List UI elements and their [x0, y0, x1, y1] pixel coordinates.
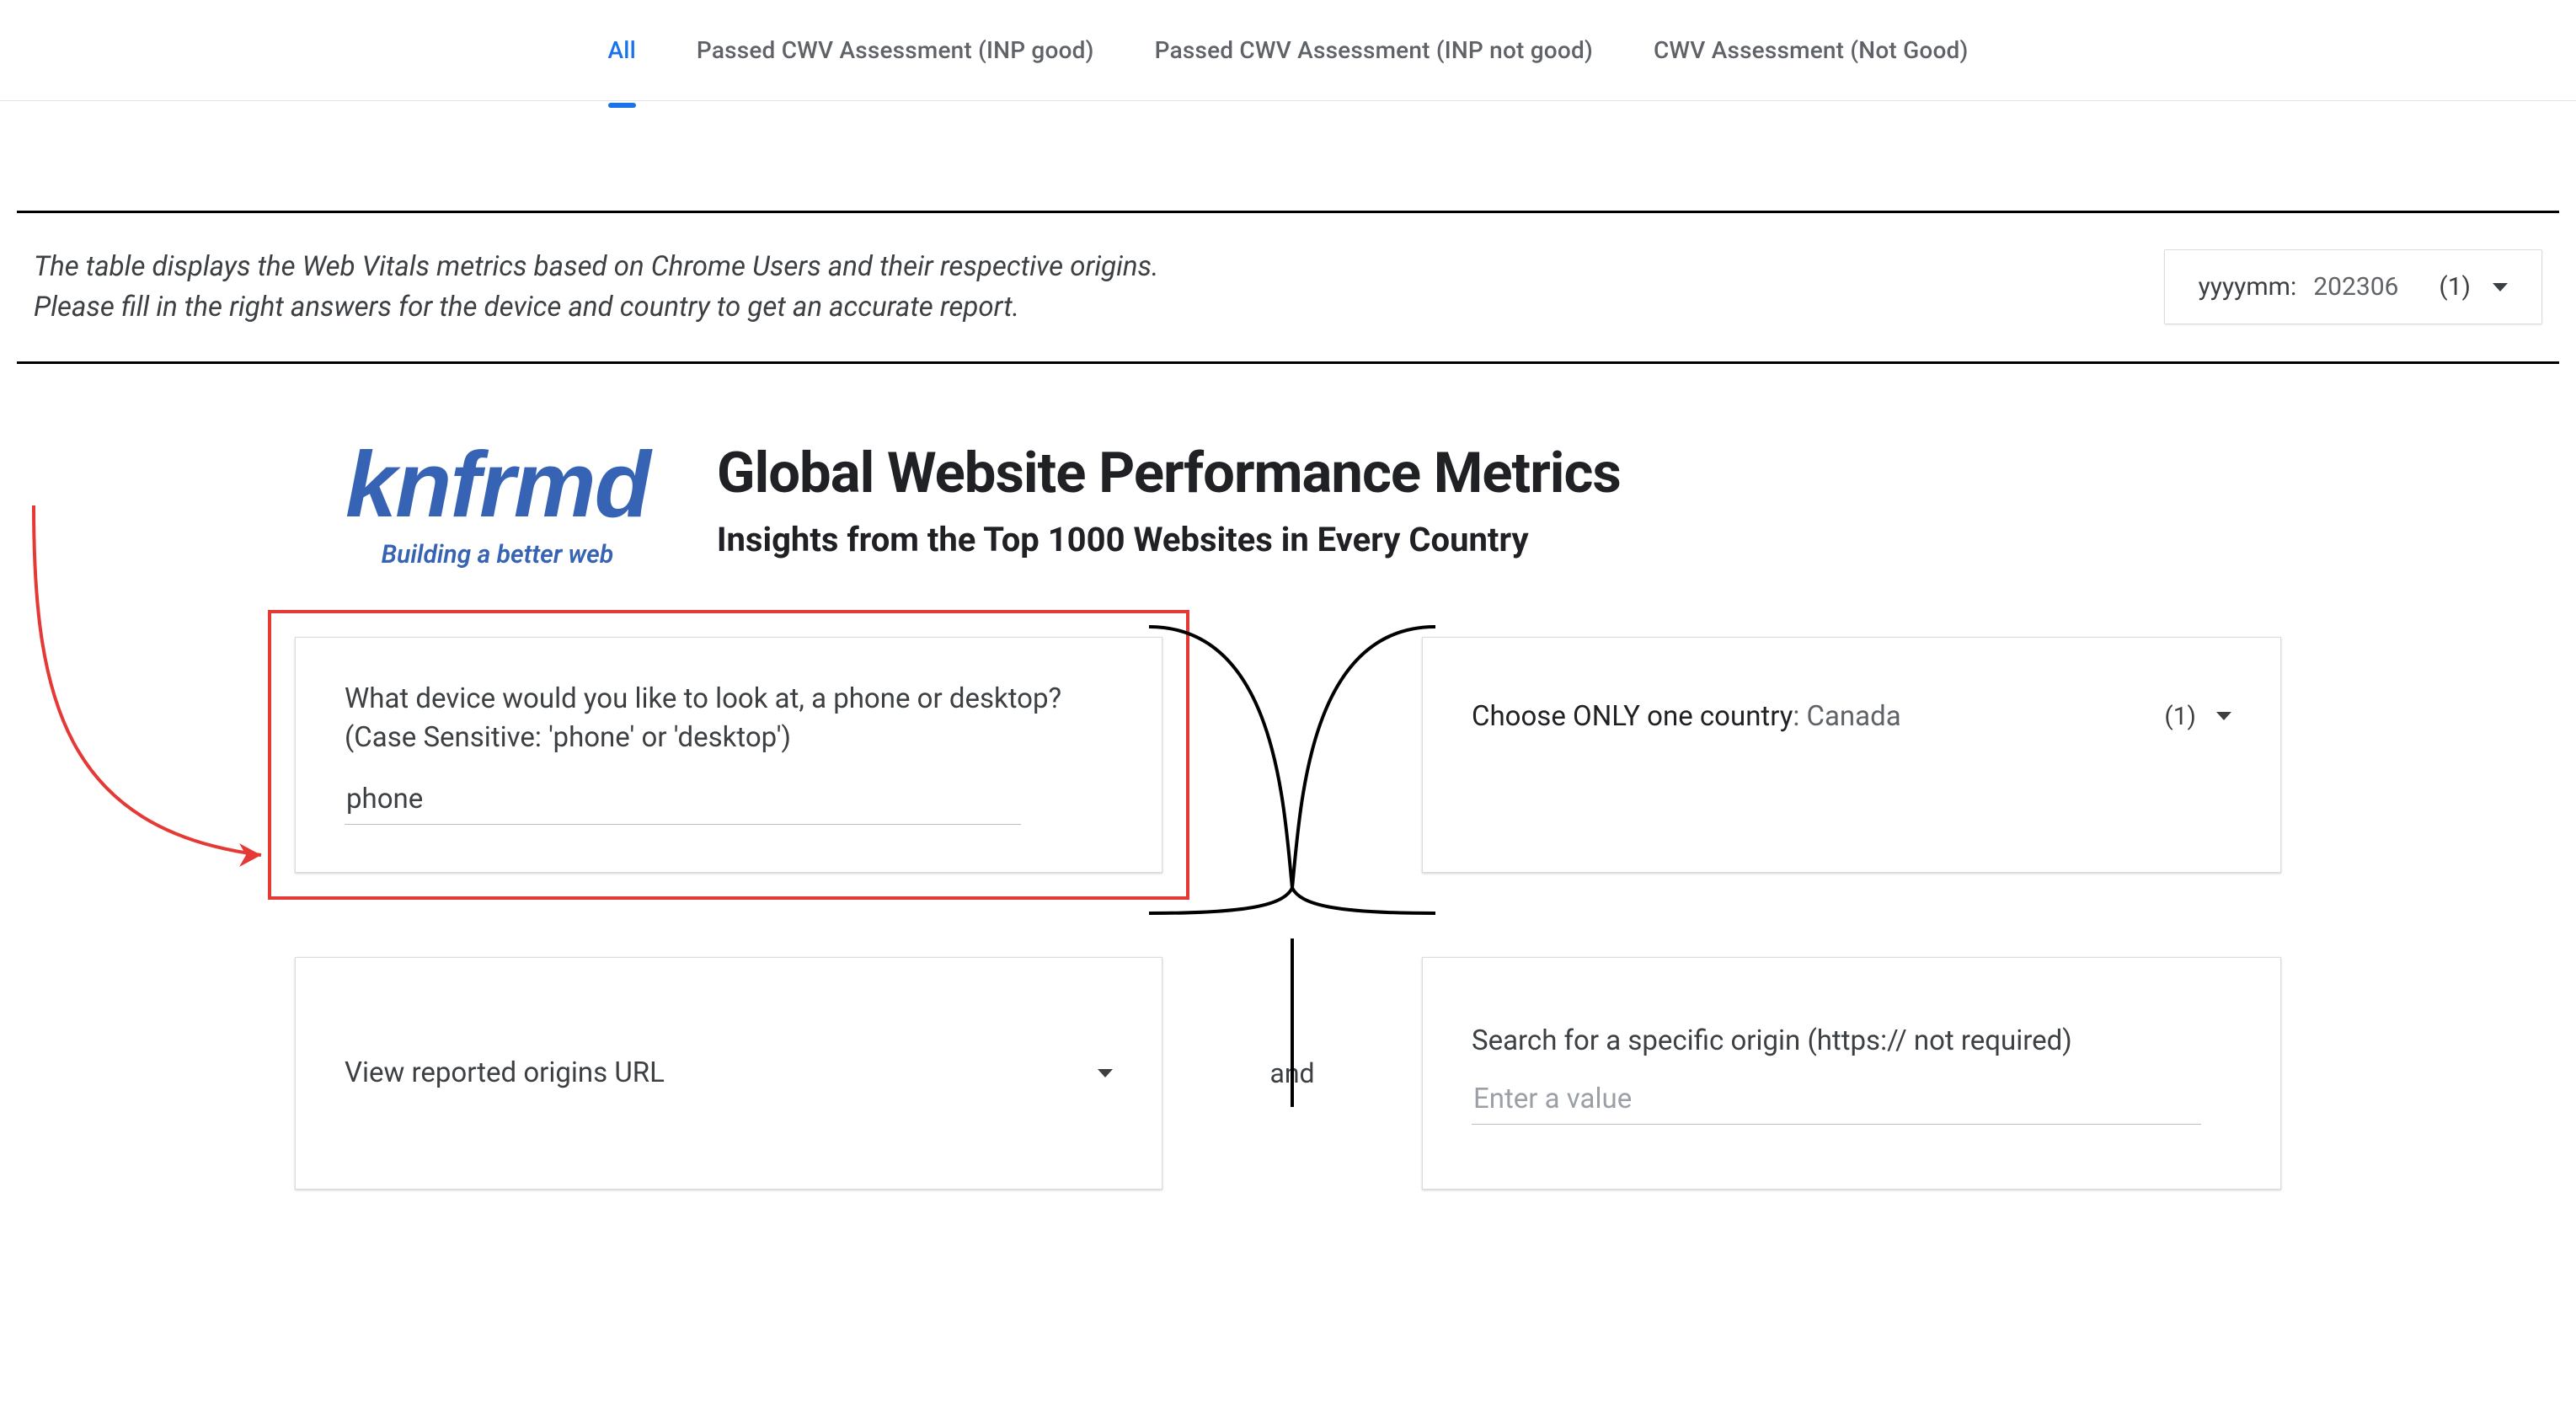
hero: knfrmd Building a better web Global Webs… [0, 364, 2576, 637]
headline: Global Website Performance Metrics Insig… [717, 441, 1621, 559]
logo-word: knfrmd [345, 431, 649, 538]
tab-passed-inp-good[interactable]: Passed CWV Assessment (INP good) [693, 29, 1098, 71]
country-value: Canada [1807, 700, 1901, 733]
tab-passed-inp-not-good[interactable]: Passed CWV Assessment (INP not good) [1152, 29, 1596, 71]
search-origin-label: Search for a specific origin (https:// n… [1472, 1022, 2231, 1061]
tab-all[interactable]: All [604, 29, 639, 71]
date-period-selector[interactable]: yyyymm: 202306 (1) [2164, 249, 2542, 324]
chevron-down-icon [2216, 712, 2231, 720]
country-card[interactable]: Choose ONLY one country: Canada (1) [1422, 637, 2281, 873]
logo-tagline: Building a better web [382, 540, 614, 569]
device-question-label: What device would you like to look at, a… [345, 680, 1113, 757]
intro-line-2: Please fill in the right answers for the… [34, 291, 1019, 324]
and-label: and [1269, 1057, 1314, 1089]
card-row-2: View reported origins URL and Search for… [34, 957, 2542, 1190]
search-origin-input[interactable] [1472, 1079, 2201, 1125]
country-count: (1) [2164, 702, 2196, 731]
page-subtitle: Insights from the Top 1000 Websites in E… [717, 520, 1621, 559]
tab-bar: All Passed CWV Assessment (INP good) Pas… [0, 0, 2576, 101]
card-row-1: What device would you like to look at, a… [34, 637, 2542, 873]
chevron-down-icon [2493, 283, 2508, 291]
device-question-card: What device would you like to look at, a… [295, 637, 1162, 873]
origins-dropdown-label: View reported origins URL [345, 1056, 665, 1089]
intro-text: The table displays the Web Vitals metric… [34, 247, 1159, 328]
device-input[interactable] [345, 779, 1021, 825]
origins-dropdown-card[interactable]: View reported origins URL [295, 957, 1162, 1190]
date-count: (1) [2439, 272, 2471, 302]
search-origin-card: Search for a specific origin (https:// n… [1422, 957, 2281, 1190]
tab-cwv-not-good[interactable]: CWV Assessment (Not Good) [1650, 29, 1972, 71]
date-label: yyyymm [2199, 272, 2290, 302]
intro-line-1: The table displays the Web Vitals metric… [34, 250, 1159, 283]
page-title: Global Website Performance Metrics [717, 441, 1621, 506]
chevron-down-icon [1098, 1069, 1113, 1077]
brand-logo: knfrmd Building a better web [345, 431, 649, 569]
country-label: Choose ONLY one country [1472, 700, 1793, 733]
date-value: 202306 [2313, 272, 2398, 302]
intro-bar: The table displays the Web Vitals metric… [17, 211, 2559, 364]
